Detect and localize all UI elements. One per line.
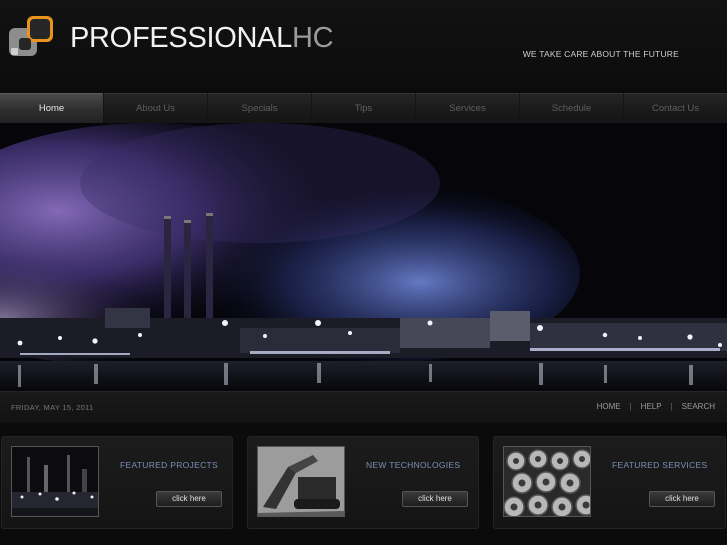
click-here-button[interactable]: click here xyxy=(156,491,222,507)
click-here-button[interactable]: click here xyxy=(402,491,468,507)
feature-box-services: FEATURED SERVICES click here xyxy=(493,436,726,529)
tagline: WE TAKE CARE ABOUT THE FUTURE xyxy=(522,49,679,59)
nav-item-about-us[interactable]: About Us xyxy=(104,93,207,123)
logo-icon[interactable] xyxy=(9,16,53,58)
feature-title: FEATURED PROJECTS xyxy=(120,460,218,470)
logo-suffix-text: HC xyxy=(292,22,334,54)
logo-text[interactable]: PROFESSIONALHC xyxy=(70,22,334,55)
hero-banner-image xyxy=(0,123,727,391)
current-date: FRIDAY, MAY 15, 2011 xyxy=(11,403,94,412)
search-link[interactable]: SEARCH xyxy=(682,402,715,411)
excavator-thumbnail-icon[interactable] xyxy=(257,446,345,517)
home-link[interactable]: HOME xyxy=(597,402,621,411)
nav-item-tips[interactable]: Tips xyxy=(312,93,415,123)
link-separator: | xyxy=(670,402,673,411)
click-here-button[interactable]: click here xyxy=(649,491,715,507)
refinery-thumbnail-icon[interactable] xyxy=(11,446,99,517)
main-nav: Home About Us Specials Tips Services Sch… xyxy=(0,93,727,123)
link-separator: | xyxy=(629,402,632,411)
info-bar: FRIDAY, MAY 15, 2011 HOME | HELP | SEARC… xyxy=(0,391,727,423)
feature-boxes: FEATURED PROJECTS click here NEW TECHNOL… xyxy=(0,436,727,529)
feature-box-technologies: NEW TECHNOLOGIES click here xyxy=(247,436,479,529)
feature-box-projects: FEATURED PROJECTS click here xyxy=(1,436,233,529)
logo-main-text: PROFESSIONAL xyxy=(70,22,293,54)
feature-title: NEW TECHNOLOGIES xyxy=(366,460,461,470)
nav-item-specials[interactable]: Specials xyxy=(208,93,311,123)
nav-item-services[interactable]: Services xyxy=(416,93,519,123)
steel-coils-thumbnail-icon[interactable] xyxy=(503,446,591,517)
nav-item-contact-us[interactable]: Contact Us xyxy=(624,93,727,123)
nav-item-schedule[interactable]: Schedule xyxy=(520,93,623,123)
site-header: PROFESSIONALHC WE TAKE CARE ABOUT THE FU… xyxy=(0,0,727,92)
help-link[interactable]: HELP xyxy=(641,402,662,411)
feature-title: FEATURED SERVICES xyxy=(612,460,708,470)
utility-links: HOME | HELP | SEARCH xyxy=(597,402,715,411)
nav-item-home[interactable]: Home xyxy=(0,93,103,123)
